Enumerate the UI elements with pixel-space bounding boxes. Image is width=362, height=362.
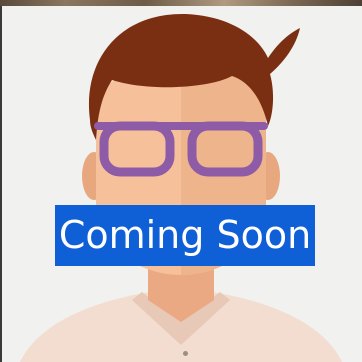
carousel-dot-indicator[interactable] bbox=[183, 351, 188, 356]
coming-soon-banner: Coming Soon bbox=[55, 205, 315, 266]
product-image-placeholder: Coming Soon bbox=[0, 0, 362, 362]
person-avatar-with-glasses-icon bbox=[20, 13, 342, 362]
